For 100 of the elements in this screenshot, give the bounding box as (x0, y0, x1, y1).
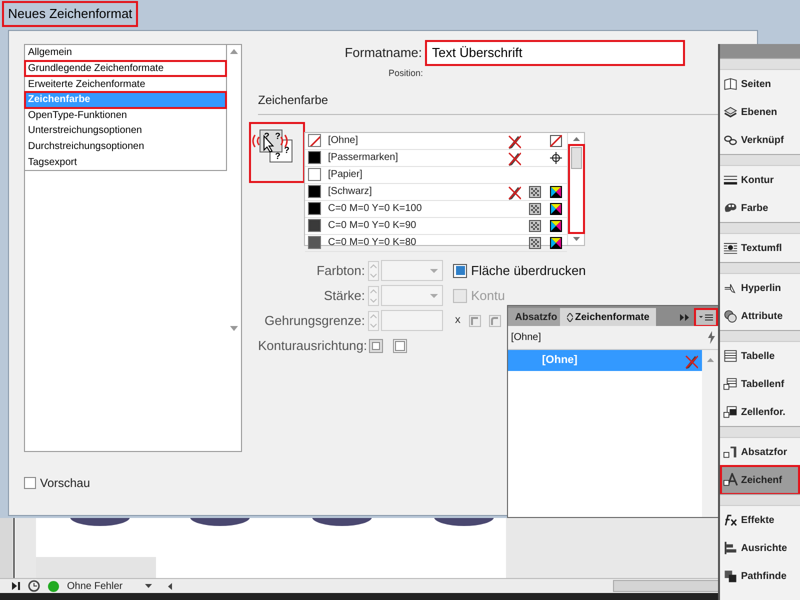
field-label: Konturausrichtung: (258, 336, 365, 355)
palette-icon (723, 201, 738, 215)
category-item[interactable]: Unterstreichungsoptionen (25, 123, 226, 139)
category-item[interactable]: Tagsexport (25, 154, 226, 170)
stroke-inside-icon[interactable] (393, 338, 407, 352)
swatch-row[interactable]: C=0 M=0 Y=0 K=100 (305, 200, 567, 218)
panel-menu-button[interactable] (695, 308, 717, 326)
panel-grip[interactable] (720, 223, 800, 234)
panel-grip[interactable] (720, 155, 800, 166)
category-item[interactable]: Allgemein (25, 45, 226, 61)
panel-tab[interactable]: Zeichenformate (560, 308, 656, 326)
stroke-lines-icon (723, 173, 738, 187)
dock-panel-button[interactable]: Pathfinde (721, 562, 799, 590)
cmyk-icon (550, 236, 562, 248)
crossed-pencil-icon (507, 132, 521, 148)
panel-tab[interactable]: Absatzfo (508, 308, 560, 326)
swatch-row[interactable]: [Schwarz] (305, 184, 567, 200)
dock-panel-button[interactable]: Zeichenf (721, 466, 799, 494)
scroll-left-icon[interactable] (168, 582, 172, 590)
checker-icon (529, 236, 541, 248)
dock-panel-button[interactable]: Absatzfor (721, 438, 799, 466)
round-join-icon[interactable] (488, 314, 500, 326)
swatch-name: [Passermarken] (328, 151, 400, 165)
field-label: Gehrungsgrenze: (264, 312, 365, 330)
dock-panel-button[interactable]: Tabellenf (721, 370, 799, 398)
dock-panel-button[interactable]: Farbe (721, 194, 799, 222)
preview-checkbox[interactable] (24, 477, 36, 489)
last-page-icon[interactable] (12, 582, 20, 590)
category-item[interactable]: Grundlegende Zeichenformate (25, 60, 226, 76)
cmyk-icon (550, 202, 562, 214)
cell-style-icon (723, 405, 738, 419)
dock-panel-button[interactable]: Effekte (721, 506, 799, 534)
lightning-icon[interactable] (707, 331, 715, 344)
crosshair-icon (550, 152, 562, 164)
preflight-clock-icon[interactable] (28, 580, 40, 592)
dock-panel-button[interactable]: Textumfl (721, 234, 799, 262)
panel-grip[interactable] (720, 331, 800, 342)
miter-join-icon[interactable] (468, 314, 480, 326)
crossed-pencil-icon (684, 352, 698, 368)
category-item[interactable]: Erweiterte Zeichenformate (25, 76, 226, 92)
pages-icon (723, 77, 738, 91)
swatch-name: C=0 M=0 Y=0 K=90 (328, 219, 418, 233)
checker-icon (529, 202, 541, 214)
crossed-pencil-icon (507, 184, 521, 200)
overprint-label: Kontu (471, 286, 505, 305)
dock-panel-button[interactable]: Verknüpf (721, 126, 799, 154)
spinner-arrows-icon[interactable] (368, 260, 379, 280)
panel-grip[interactable] (720, 495, 800, 506)
value-field[interactable] (381, 310, 443, 331)
swatch-name: C=0 M=0 Y=0 K=100 (328, 202, 423, 216)
dock-panel-button[interactable]: Ausrichte (721, 534, 799, 562)
dock-panel-button[interactable]: Ebenen (721, 98, 799, 126)
scroll-up-icon[interactable] (572, 136, 580, 140)
dropdown-caret-icon[interactable] (145, 584, 152, 588)
expand-arrows-icon[interactable] (680, 314, 690, 320)
table-style-icon (723, 377, 738, 391)
checker-icon (529, 220, 541, 232)
swatch-row[interactable]: [Passermarken] (305, 150, 567, 166)
dock-panel-button[interactable]: Zellenfor. (721, 398, 799, 426)
swatch-row[interactable]: [Papier] (305, 166, 567, 184)
scroll-up-icon[interactable] (706, 358, 714, 362)
scrollbar-thumb[interactable] (570, 146, 582, 168)
fx-icon (723, 513, 738, 527)
category-item[interactable]: OpenType-Funktionen (25, 108, 226, 124)
scrollbar-thumb[interactable] (613, 580, 720, 592)
dock-panel-button[interactable]: Hyperlin (721, 274, 799, 302)
dock-panel-button[interactable]: Tabelle (721, 342, 799, 370)
character-style-icon (723, 473, 738, 487)
swatch-row[interactable]: C=0 M=0 Y=0 K=80 (305, 234, 567, 252)
swatch-name: [Ohne] (328, 134, 360, 148)
overprint-checkbox[interactable] (453, 264, 467, 278)
dock-panel-button[interactable]: Seiten (721, 70, 799, 98)
preview-label: Vorschau (40, 475, 90, 492)
unit-label: x (455, 313, 460, 328)
panel-grip[interactable] (720, 59, 800, 70)
dropdown-caret-icon (430, 268, 438, 272)
text-wrap-icon (723, 241, 738, 255)
preflight-status: Ohne Fehler (67, 580, 124, 594)
value-dropdown[interactable] (381, 285, 443, 306)
dock-panel-button[interactable]: Attribute (721, 302, 799, 330)
sort-arrows-icon (567, 312, 573, 322)
scrollbar-track[interactable] (568, 144, 584, 232)
spinner-arrows-icon[interactable] (368, 310, 379, 330)
swatch-row[interactable]: [Ohne] (305, 132, 567, 150)
value-dropdown[interactable] (381, 260, 443, 281)
position-label: Position: (387, 67, 423, 80)
panel-grip[interactable] (720, 263, 800, 274)
panel-grip[interactable] (720, 427, 800, 438)
dock-panel-button[interactable]: Kontur (721, 166, 799, 194)
scroll-down-icon[interactable] (572, 236, 580, 240)
scroll-down-icon[interactable] (230, 326, 238, 331)
field-label: Stärke: (322, 286, 365, 305)
no-color-icon (550, 134, 562, 146)
scroll-up-icon[interactable] (230, 49, 238, 54)
category-item[interactable]: Durchstreichungsoptionen (25, 138, 226, 154)
spinner-arrows-icon[interactable] (368, 286, 379, 306)
cmyk-icon (550, 186, 562, 198)
swatch-row[interactable]: C=0 M=0 Y=0 K=90 (305, 218, 567, 234)
stroke-center-icon[interactable] (369, 338, 383, 352)
format-name-field[interactable]: Text Überschrift (426, 41, 684, 65)
